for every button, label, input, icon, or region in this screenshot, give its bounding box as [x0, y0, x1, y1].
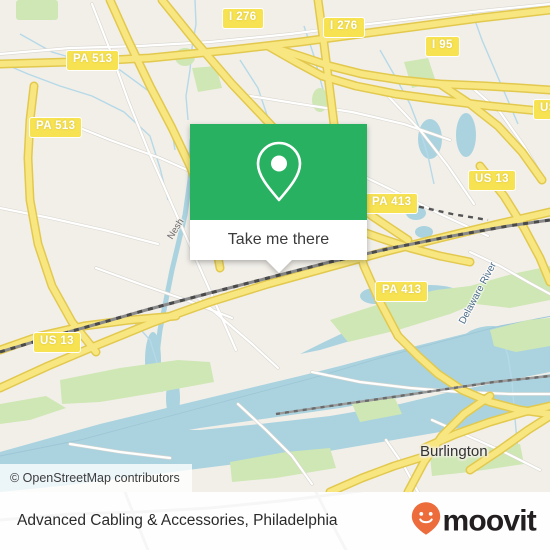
moovit-brand[interactable]: moovit: [411, 502, 537, 541]
location-callout: Take me there: [190, 124, 367, 273]
take-me-there-button[interactable]: Take me there: [190, 220, 367, 260]
road-shield-pa513-north[interactable]: PA 513: [66, 50, 120, 71]
road-shield-i276-east[interactable]: I 276: [323, 17, 365, 38]
map-pin-icon: [252, 139, 306, 205]
place-label-burlington: Burlington: [420, 443, 488, 460]
moovit-map-page: I 276 I 276 I 95 PA 513 PA 513 US 13 US …: [0, 0, 550, 550]
callout-image-panel: [190, 124, 367, 220]
location-title: Advanced Cabling & Accessories, Philadel…: [17, 512, 338, 529]
moovit-smiley-pin-icon: [411, 502, 441, 541]
page-footer: Advanced Cabling & Accessories, Philadel…: [0, 492, 550, 550]
road-shield-i276-west[interactable]: I 276: [222, 8, 264, 29]
road-shield-pa513-west[interactable]: PA 513: [29, 117, 83, 138]
road-shield-pa413-south[interactable]: PA 413: [375, 281, 429, 302]
road-shield-pa413-north[interactable]: PA 413: [365, 193, 419, 214]
road-shield-us-clipped[interactable]: US: [533, 99, 550, 120]
callout-pointer: [265, 260, 292, 273]
map-attribution[interactable]: © OpenStreetMap contributors: [0, 464, 192, 492]
road-shield-us13-west[interactable]: US 13: [33, 332, 81, 353]
road-shield-i95[interactable]: I 95: [425, 36, 460, 57]
road-shield-us13-east[interactable]: US 13: [468, 170, 516, 191]
moovit-wordmark: moovit: [442, 504, 536, 537]
map-canvas[interactable]: I 276 I 276 I 95 PA 513 PA 513 US 13 US …: [0, 0, 550, 492]
